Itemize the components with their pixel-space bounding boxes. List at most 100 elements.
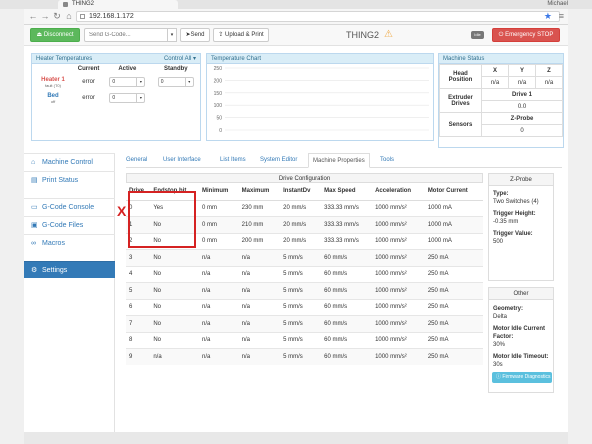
sidebar-item-settings[interactable]: ⚙ Settings <box>24 261 115 278</box>
firmware-diagnostics-button[interactable]: ⓘ Firmware Diagnostics <box>492 372 552 383</box>
status-badge: Idle <box>471 31 484 39</box>
sidebar-item-gcode-console[interactable]: ▭ G-Code Console <box>24 198 115 215</box>
tab-machine-properties[interactable]: Machine Properties <box>308 153 370 168</box>
machine-status-table: Head Position X Y Z n/a n/a n/a Extruder… <box>439 64 563 137</box>
chart-y-tick-label: 200 <box>214 78 223 84</box>
back-icon[interactable]: ← <box>28 11 38 22</box>
drive-1-value: 0.0 <box>481 100 563 113</box>
drive-cell: 1000 mm/s² <box>372 348 425 365</box>
caret-down-icon: ▾ <box>136 94 144 102</box>
drive-col-header: Maximum <box>238 183 281 201</box>
gcode-history-dropdown[interactable]: ▾ <box>168 28 177 42</box>
drive-cell: 333.33 mm/s <box>321 216 373 233</box>
drive-cell: 8 <box>126 331 151 349</box>
drive-cell: 60 mm/s <box>321 315 373 332</box>
drive-cell: 4 <box>126 265 151 283</box>
trigger-height-value: -0.35 mm <box>493 219 519 225</box>
sidebar-item-label: G-Code Console <box>42 204 95 211</box>
chart-y-tick-label: 250 <box>214 66 223 72</box>
print-icon: ▤ <box>31 177 38 184</box>
sidebar-item-machine-control[interactable]: ⌂ Machine Control <box>24 153 115 170</box>
bed-name: Bed <box>47 92 59 99</box>
window-bottom-bar <box>24 432 568 444</box>
machine-status-panel: Machine Status Head Position X Y Z n/a n… <box>438 53 564 148</box>
gcode-input[interactable] <box>84 28 168 42</box>
drive-cell: n/a <box>150 348 199 365</box>
page-icon <box>80 14 85 19</box>
drive-cell: No <box>150 265 199 283</box>
url-text: 192.168.1.172 <box>89 13 134 20</box>
zprobe-trigger-height: Trigger Height: -0.35 mm <box>489 210 553 226</box>
send-button[interactable]: ➤Send <box>180 28 210 42</box>
drive-cell: 60 mm/s <box>321 282 373 299</box>
emergency-stop-button[interactable]: ⏻ Emergency STOP <box>492 28 560 42</box>
drive-cell: 1000 mA <box>424 199 483 217</box>
tab-general[interactable]: General <box>126 153 147 168</box>
axis-x-label: X <box>481 64 509 77</box>
annotation-x-mark: X <box>117 203 127 219</box>
bed-active-select[interactable]: 0 ▾ <box>109 93 146 103</box>
tab-system-editor[interactable]: System Editor <box>260 153 297 168</box>
drive-cell: 0 mm <box>199 199 239 217</box>
drive-cell: n/a <box>238 249 281 266</box>
upload-print-button[interactable]: ⇪ Upload & Print <box>213 28 269 42</box>
favicon-icon <box>63 2 68 7</box>
window-user: Michael <box>547 1 568 7</box>
home-nav-icon[interactable]: ⌂ <box>64 11 74 22</box>
zprobe-trigger-value: Trigger Value: 500 <box>489 230 553 246</box>
warning-icon: ⚠ <box>384 29 393 40</box>
bed-current: error <box>82 95 95 101</box>
drive-cell: 20 mm/s <box>280 232 322 250</box>
bed-active-value: 0 <box>112 95 116 101</box>
drive-cell: n/a <box>199 298 239 316</box>
zprobe-value: 0 <box>481 124 563 137</box>
drive-1-label: Drive 1 <box>481 88 563 101</box>
firmware-diagnostics-label: Firmware Diagnostics <box>502 374 551 380</box>
temperature-chart-panel: Temperature Chart 250 200 150 100 50 0 <box>206 53 434 141</box>
app-window: ⏏ Disconnect ▾ ➤Send ⇪ Upload & Print TH… <box>24 25 568 432</box>
tab-tools[interactable]: Tools <box>380 153 394 168</box>
bed-name-cell[interactable]: Bed off <box>32 90 74 106</box>
browser-tab-bar: THING2 Michael <box>0 0 592 9</box>
sidebar-item-print-status[interactable]: ▤ Print Status <box>24 171 115 188</box>
machine-name: THING2 <box>346 30 380 40</box>
zprobe-type-value: Two Switches (4) <box>493 199 539 205</box>
axis-x-value: n/a <box>481 76 509 89</box>
drive-cell: 1000 mm/s² <box>372 232 425 250</box>
settings-tabs: General User Interface List Items System… <box>126 153 562 168</box>
caret-down-icon: ▾ <box>136 78 144 86</box>
drive-cell: 1000 mA <box>424 232 483 250</box>
zprobe-type-label: Type: <box>493 191 509 197</box>
heater-active-select[interactable]: 0 ▾ <box>109 77 146 87</box>
drive-cell: 1000 mm/s² <box>372 265 425 283</box>
drive-cell: 3 <box>126 249 151 266</box>
disconnect-button[interactable]: ⏏ Disconnect <box>30 28 80 42</box>
heater-standby-select[interactable]: 0 ▾ <box>157 77 194 87</box>
estop-label: Emergency STOP <box>505 32 554 38</box>
other-panel: Other Geometry: Delta Motor Idle Current… <box>488 287 554 393</box>
axis-y-value: n/a <box>508 76 536 89</box>
control-all-dropdown[interactable]: Control All ▾ <box>164 54 196 64</box>
heater-col-active: Active <box>118 66 137 72</box>
drive-cell: No <box>150 249 199 266</box>
idle-factor-field: Motor Idle Current Factor: 30% <box>489 325 553 349</box>
drive-cell: No <box>150 298 199 316</box>
sidebar-item-gcode-files[interactable]: ▣ G-Code Files <box>24 216 115 233</box>
sidebar-item-macros[interactable]: ∞ Macros <box>24 234 115 251</box>
tab-list-items[interactable]: List Items <box>220 153 246 168</box>
tab-user-interface[interactable]: User Interface <box>163 153 201 168</box>
url-field[interactable]: 192.168.1.172 <box>76 11 560 22</box>
forward-icon[interactable]: → <box>40 11 50 22</box>
drive-cell: 60 mm/s <box>321 265 373 283</box>
bookmark-star-icon[interactable]: ★ <box>544 11 552 22</box>
sidebar-item-label: G-Code Files <box>42 222 84 229</box>
reload-icon[interactable]: ↻ <box>52 11 62 22</box>
browser-tab[interactable]: THING2 <box>58 0 178 9</box>
drive-cell: 60 mm/s <box>321 348 373 365</box>
axis-y-label: Y <box>508 64 536 77</box>
geometry-value: Delta <box>493 314 508 320</box>
heater-temperatures-panel: Heater Temperatures Control All ▾ Curren… <box>31 53 201 141</box>
chart-y-tick-label: 150 <box>214 91 223 97</box>
heater-name-cell[interactable]: Heater 1 fault (T0) <box>32 74 74 90</box>
browser-menu-icon[interactable]: ≡ <box>559 11 564 22</box>
